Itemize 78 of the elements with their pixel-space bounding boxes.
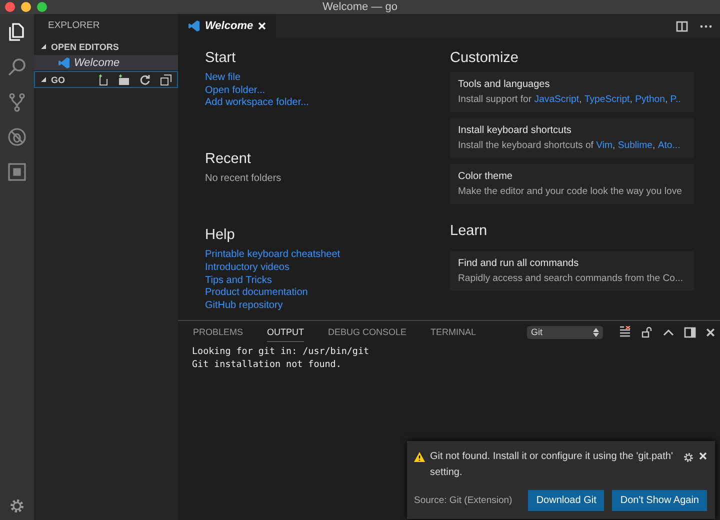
welcome-card[interactable]: Tools and languages Install support for JavaScript, TypeScript, Python, P.. [450,72,694,112]
extensions-icon[interactable] [7,162,27,182]
settings-icon[interactable] [683,452,694,463]
notification-button[interactable]: Don't Show Again [612,490,707,511]
expand-triangle-icon [41,77,46,82]
panel-layout-icon[interactable] [684,326,696,338]
link[interactable]: Vim [596,140,612,152]
chevron-up-icon[interactable] [663,328,674,336]
link[interactable]: Add workspace folder... [205,97,309,110]
editor-tab[interactable]: Welcome [178,14,276,38]
card-description: Rapidly access and search commands from the Co... [458,273,684,285]
link[interactable]: Printable keyboard cheatsheet [205,249,340,262]
recent-empty-text: No recent folders [205,173,282,184]
minimize-window-button[interactable] [21,2,31,12]
panel-tab[interactable]: PROBLEMS [193,322,244,342]
panel-tab[interactable]: DEBUG CONSOLE [328,322,407,342]
no-bug-icon[interactable] [7,127,27,147]
card-title: Find and run all commands [458,258,580,269]
card-title: Install keyboard shortcuts [458,125,572,136]
close-icon[interactable] [699,452,707,460]
card-description: Make the editor and your code look the way you love [458,186,682,198]
link[interactable]: Open folder... [205,84,266,98]
search-icon[interactable] [7,57,27,77]
open-editor-item[interactable]: Welcome [34,55,178,70]
link[interactable]: P.. [670,94,681,106]
link[interactable]: Ato... [658,140,680,152]
card-description: Install support for JavaScript, TypeScript, Python, P.. [458,94,681,106]
section-heading: Learn [450,223,488,239]
section-heading: Recent [205,151,252,168]
output-line: Git installation not found. [192,358,342,371]
notification-source: Source: Git (Extension) [414,495,514,506]
expand-triangle-icon [41,44,46,49]
link[interactable]: Sublime [618,140,652,152]
more-icon[interactable] [700,24,712,28]
new-file-icon[interactable] [97,74,109,86]
refresh-icon[interactable] [139,74,151,86]
welcome-card[interactable]: Find and run all commands Rapidly access and search commands from the Co... [450,251,694,291]
section-heading: Customize [450,50,520,66]
clear-output-icon[interactable] [619,326,631,338]
new-folder-icon[interactable] [118,74,130,86]
branch-icon[interactable] [7,92,27,112]
card-description: Install the keyboard shortcuts of Vim, Sublime, Ato... [458,140,680,152]
settings-icon[interactable] [9,498,25,514]
window-title: Welcome — go [322,1,398,13]
unlock-icon[interactable] [641,326,653,338]
section-heading: Start [205,50,237,66]
card-title: Tools and languages [458,79,551,90]
link[interactable]: Introductory videos [205,262,290,275]
output-channel-dropdown[interactable]: Git [527,326,603,338]
output-line: Looking for git in: /usr/bin/git [192,346,370,358]
zoom-window-button[interactable] [37,2,47,12]
welcome-card[interactable]: Color theme Make the editor and your code look the way you love [450,164,694,204]
editor-logo-icon [188,20,200,32]
link[interactable]: Tips and Tricks [205,274,272,288]
files-icon[interactable] [7,22,27,42]
split-editor-icon[interactable] [676,20,688,32]
card-title: Color theme [458,171,514,182]
section-header[interactable]: GO [34,71,178,88]
close-window-button[interactable] [5,2,15,12]
link[interactable]: JavaScript [534,94,580,106]
section-heading: Help [205,227,236,244]
notification-message: Git not found. Install it or configure it using the 'git.path' setting. [430,450,674,480]
link[interactable]: Python [635,94,665,106]
editor-logo-icon [58,56,70,68]
updown-icon [593,328,599,336]
link[interactable]: Product documentation [205,287,308,300]
section-header[interactable]: OPEN EDITORS [34,38,178,55]
collapse-all-icon[interactable] [160,74,172,86]
panel-tab[interactable]: OUTPUT [267,322,304,342]
sidebar-title: EXPLORER [47,19,101,33]
warning-icon [414,452,425,462]
welcome-card[interactable]: Install keyboard shortcuts Install the keyboard shortcuts of Vim, Sublime, Ato... [450,118,694,158]
notification-button[interactable]: Download Git [528,490,604,511]
panel-tab[interactable]: TERMINAL [430,322,476,342]
link[interactable]: GitHub repository [205,300,283,313]
link[interactable]: TypeScript [584,94,630,106]
link[interactable]: New file [205,72,241,85]
close-icon[interactable] [706,328,715,336]
